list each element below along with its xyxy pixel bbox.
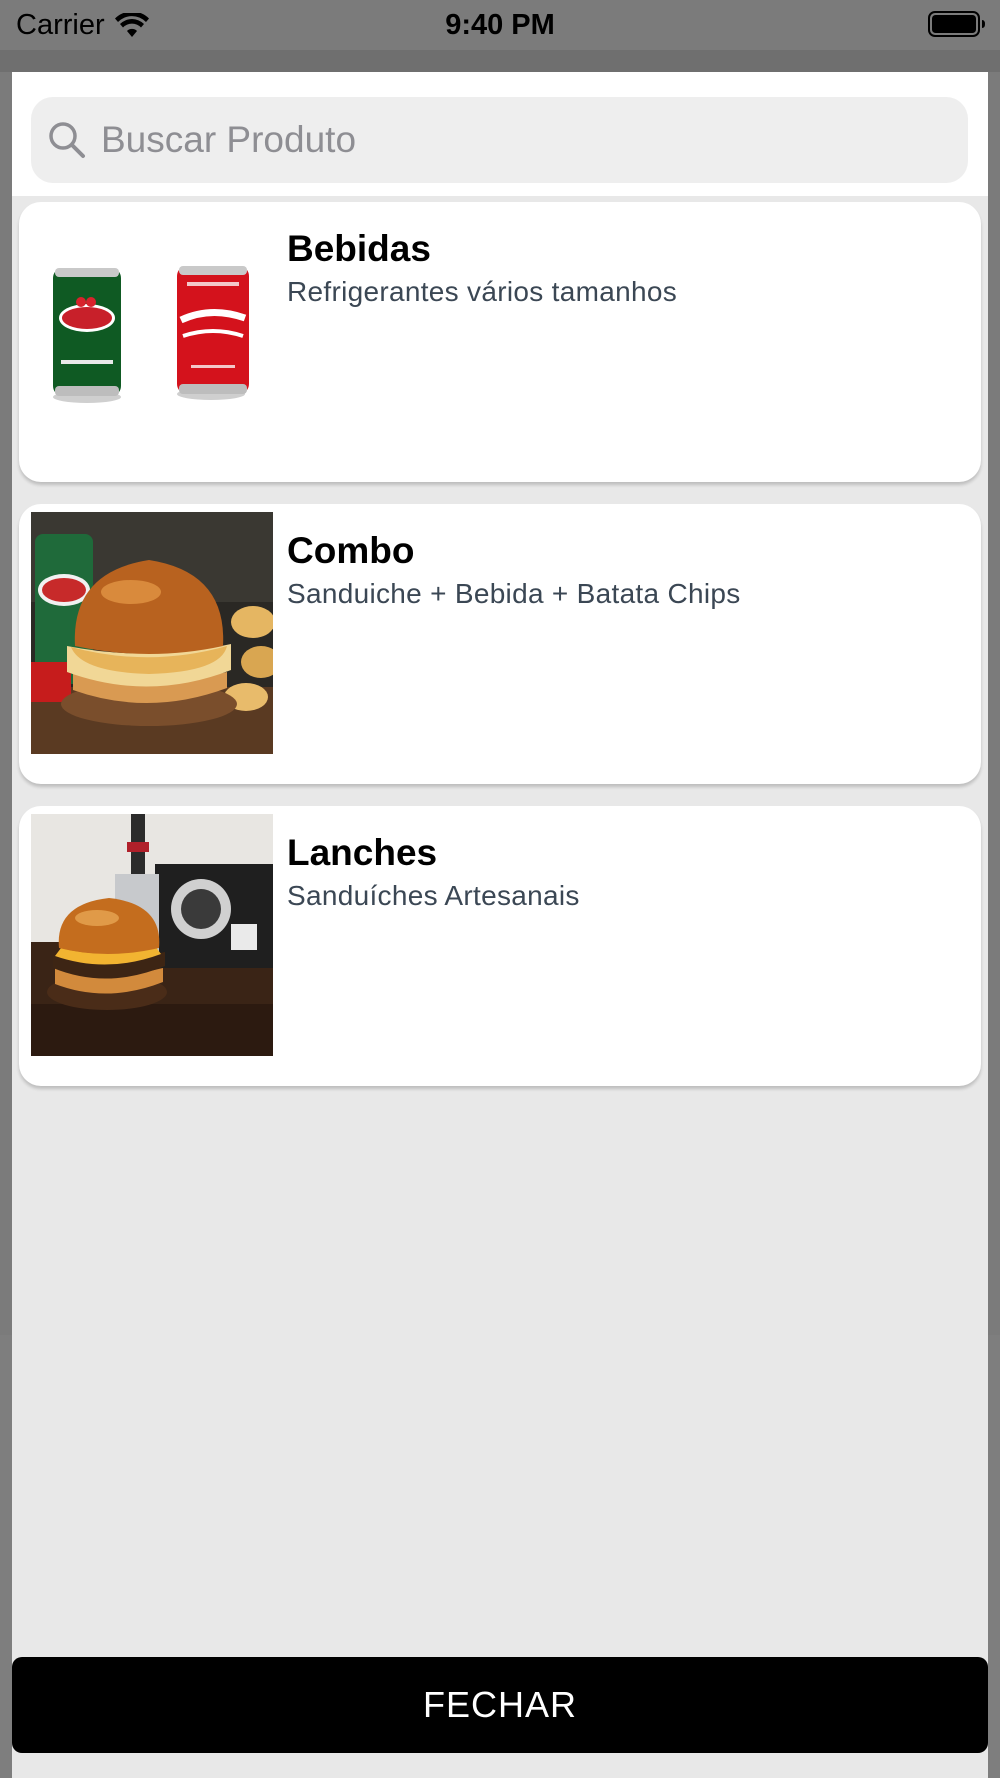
- search-input[interactable]: [101, 119, 921, 161]
- category-card-bebidas[interactable]: Bebidas Refrigerantes vários tamanhos: [19, 202, 981, 482]
- category-sheet: Bebidas Refrigerantes vários tamanhos: [12, 72, 988, 1778]
- category-title: Combo: [287, 530, 415, 571]
- battery-icon: [928, 11, 986, 45]
- search-field[interactable]: [31, 97, 968, 183]
- category-subtitle: Sanduíches Artesanais: [287, 880, 580, 911]
- search-bar: [12, 72, 988, 196]
- category-card-combo[interactable]: Combo Sanduiche + Bebida + Batata Chips: [19, 504, 981, 784]
- backdrop-overlay: [0, 50, 1000, 72]
- burger-combo-image: [31, 512, 273, 754]
- category-title: Bebidas: [287, 228, 431, 269]
- status-time: 9:40 PM: [445, 9, 555, 41]
- status-bar: Carrier 9:40 PM: [0, 0, 1000, 50]
- category-card-lanches[interactable]: Lanches Sanduíches Artesanais: [19, 806, 981, 1086]
- category-subtitle: Sanduiche + Bebida + Batata Chips: [287, 578, 741, 609]
- search-icon: [49, 122, 85, 158]
- category-title: Lanches: [287, 832, 438, 873]
- soda-cans-image: [31, 210, 273, 452]
- close-button[interactable]: FECHAR: [12, 1657, 988, 1753]
- category-subtitle: Refrigerantes vários tamanhos: [287, 276, 677, 307]
- burger-knife-image: [31, 814, 273, 1056]
